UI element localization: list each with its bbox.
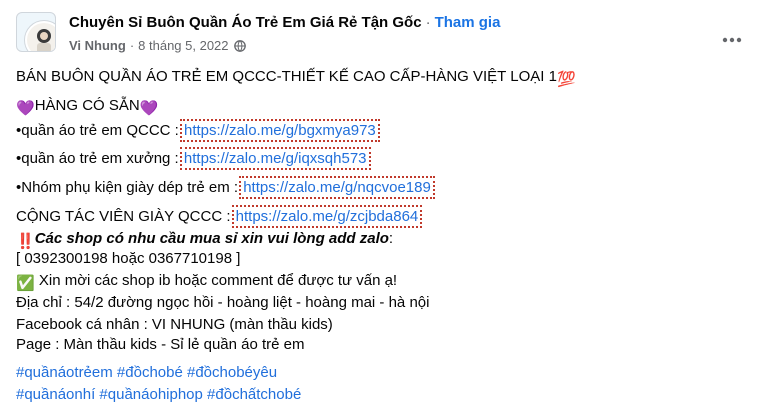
post-line-address: Địa chỉ : 54/2 đường ngọc hồi - hoàng li… bbox=[16, 292, 429, 314]
group-avatar[interactable] bbox=[16, 12, 56, 52]
phone-numbers-text: [ 0392300198 hoặc 0367710198 ] bbox=[16, 250, 241, 267]
address-text: Địa chỉ : 54/2 đường ngọc hồi - hoàng li… bbox=[16, 294, 430, 311]
post-header: Chuyên Sỉ Buôn Quần Áo Trẻ Em Giá Rẻ Tận… bbox=[16, 12, 745, 60]
hashtag-link[interactable]: #quầnáohiphop bbox=[99, 386, 202, 403]
xuong-label: •quần áo trẻ em xưởng : bbox=[16, 150, 183, 167]
xuong-zalo-link[interactable]: https://zalo.me/g/iqxsqh573 bbox=[179, 147, 371, 170]
hashtag-link[interactable]: #quầnáonhí bbox=[16, 386, 95, 403]
in-stock-text: HÀNG CÓ SẴN bbox=[34, 97, 140, 114]
hashtag-row-1: #quầnáotrẻem #đồchobé #đồchobéyêu bbox=[16, 362, 277, 384]
post-meta: Vi Nhung · 8 tháng 5, 2022 bbox=[69, 38, 246, 53]
post-line-facebook: Facebook cá nhân : VI NHUNG (màn thầu ki… bbox=[16, 314, 333, 336]
collaborator-label: CỘNG TÁC VIÊN GIÀY QCCC : bbox=[16, 208, 235, 225]
post-date-link[interactable]: 8 tháng 5, 2022 bbox=[138, 38, 228, 53]
hashtag-link[interactable]: #quầnáotrẻem bbox=[16, 364, 113, 381]
title-separator: · bbox=[425, 14, 431, 31]
post-line-collaborator: CỘNG TÁC VIÊN GIÀY QCCC : https://zalo.m… bbox=[16, 205, 423, 228]
more-options-button[interactable] bbox=[714, 18, 750, 54]
facebook-text: Facebook cá nhân : VI NHUNG (màn thầu ki… bbox=[16, 316, 333, 333]
post-line-xuong: •quần áo trẻ em xưởng : https://zalo.me/… bbox=[16, 147, 371, 170]
post-line-phones: [ 0392300198 hoặc 0367710198 ] bbox=[16, 248, 240, 270]
headline-text: BÁN BUÔN QUẦN ÁO TRẺ EM QCCC-THIẾT KẾ CA… bbox=[16, 68, 557, 85]
contact-notice-text: Các shop có nhu cầu mua sỉ xin vui lòng … bbox=[34, 230, 389, 247]
hashtag-link[interactable]: #đồchobé bbox=[117, 364, 183, 381]
hashtag-link[interactable]: #đồchobéyêu bbox=[187, 364, 277, 381]
hashtag-row-2: #quầnáonhí #quầnáohiphop #đồchấtchobé bbox=[16, 384, 301, 406]
contact-notice-colon: : bbox=[388, 230, 394, 247]
post-line-page: Page : Màn thầu kids - Sỉ lẻ quần áo trẻ… bbox=[16, 334, 305, 356]
collaborator-zalo-link[interactable]: https://zalo.me/g/zcjbda864 bbox=[231, 205, 423, 228]
qccc-zalo-link[interactable]: https://zalo.me/g/bgxmya973 bbox=[180, 119, 380, 142]
hashtag-link[interactable]: #đồchấtchobé bbox=[207, 386, 301, 403]
author-name-link[interactable]: Vi Nhung bbox=[69, 38, 126, 53]
purple-heart-icon: 💜 bbox=[139, 100, 159, 117]
globe-icon[interactable] bbox=[233, 39, 246, 52]
meta-separator: · bbox=[129, 38, 135, 53]
post-line-accessories: •Nhóm phụ kiện giày dép trẻ em : https:/… bbox=[16, 176, 435, 199]
post-line-qccc: •quần áo trẻ em QCCC : https://zalo.me/g… bbox=[16, 119, 380, 142]
accessories-zalo-link[interactable]: https://zalo.me/g/nqcvoe189 bbox=[239, 176, 435, 199]
more-dots-icon bbox=[722, 23, 742, 49]
invite-text: Xin mời các shop ib hoặc comment để được… bbox=[34, 272, 398, 289]
accessories-label: •Nhóm phụ kiện giày dép trẻ em : bbox=[16, 179, 243, 196]
author-avatar[interactable] bbox=[25, 21, 55, 51]
purple-heart-icon: 💜 bbox=[16, 100, 35, 117]
join-group-link[interactable]: Tham gia bbox=[435, 14, 501, 31]
facebook-post: Chuyên Sỉ Buôn Quần Áo Trẻ Em Giá Rẻ Tận… bbox=[0, 0, 761, 413]
group-name-link[interactable]: Chuyên Sỉ Buôn Quần Áo Trẻ Em Giá Rẻ Tận… bbox=[69, 14, 422, 31]
hundred-points-icon: 💯 bbox=[556, 71, 576, 88]
group-title-row: Chuyên Sỉ Buôn Quần Áo Trẻ Em Giá Rẻ Tận… bbox=[69, 14, 500, 31]
post-line-headline: BÁN BUÔN QUẦN ÁO TRẺ EM QCCC-THIẾT KẾ CA… bbox=[16, 66, 576, 91]
page-text: Page : Màn thầu kids - Sỉ lẻ quần áo trẻ… bbox=[16, 336, 305, 353]
qccc-label: •quần áo trẻ em QCCC : bbox=[16, 122, 183, 139]
post-line-in-stock: 💜HÀNG CÓ SẴN💜 bbox=[16, 95, 158, 120]
